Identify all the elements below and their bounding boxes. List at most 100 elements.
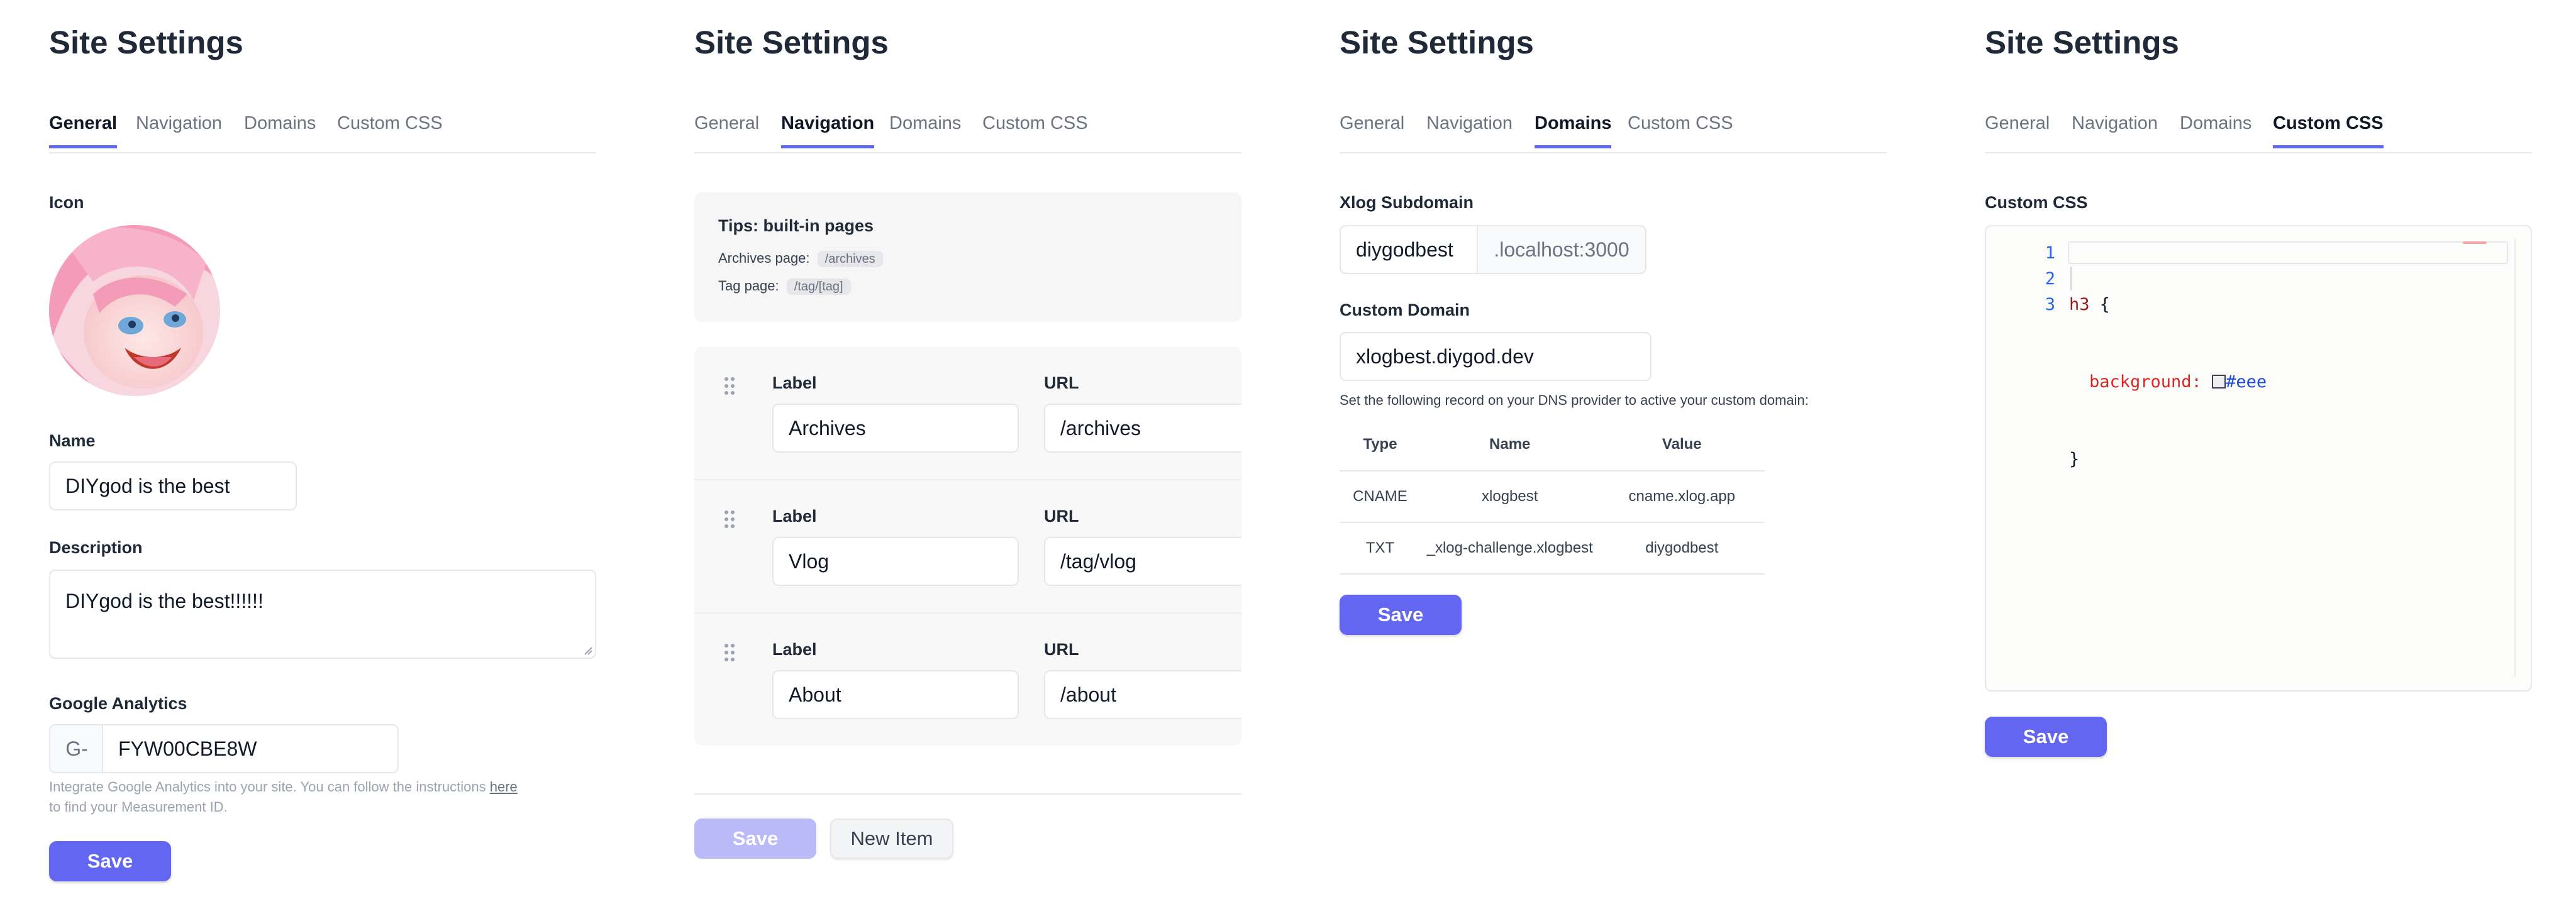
label-header: Label xyxy=(772,373,817,392)
tab-general[interactable]: General xyxy=(694,113,759,145)
tab-domains[interactable]: Domains xyxy=(2180,113,2251,145)
ga-help-before: Integrate Google Analytics into your sit… xyxy=(49,779,490,795)
record-type: TXT xyxy=(1340,522,1421,575)
custom-css-panel: Site Settings General Navigation Domains… xyxy=(1985,0,2576,904)
record-type: CNAME xyxy=(1340,471,1421,523)
domains-panel: Site Settings General Navigation Domains… xyxy=(1340,0,1931,904)
record-name: _xlog-challenge.xlogbest xyxy=(1420,522,1599,575)
tips-title: Tips: built-in pages xyxy=(718,216,874,235)
tab-custom-css[interactable]: Custom CSS xyxy=(982,113,1088,145)
subdomain-suffix: .localhost:3000 xyxy=(1477,225,1646,274)
tips-box: Tips: built-in pages Archives page: /arc… xyxy=(694,192,1241,322)
code-property: background: xyxy=(2089,372,2202,392)
tab-domains[interactable]: Domains xyxy=(1535,113,1612,148)
custom-domain-label: Custom Domain xyxy=(1340,300,1470,319)
tab-domains[interactable]: Domains xyxy=(889,113,961,145)
url-header: URL xyxy=(1044,373,1079,392)
tab-domains[interactable]: Domains xyxy=(244,113,316,145)
tip-tag: Tag page: /tag/[tag] xyxy=(718,278,851,295)
drag-handle-icon[interactable] xyxy=(724,377,737,399)
url-input[interactable]: /archives xyxy=(1044,404,1241,453)
url-header: URL xyxy=(1044,640,1079,659)
page-title: Site Settings xyxy=(1985,25,2179,60)
tip-code: /tag/[tag] xyxy=(786,278,851,295)
page: Site Settings General Navigation Domains… xyxy=(0,0,2576,904)
tab-navigation[interactable]: Navigation xyxy=(2072,113,2158,145)
save-button[interactable]: Save xyxy=(1340,595,1462,635)
nav-item-row: Label URL Vlog /tag/vlog xyxy=(694,480,1241,614)
tip-label: Tag page: xyxy=(718,278,779,294)
divider xyxy=(694,793,1241,795)
avatar-illustration xyxy=(49,225,220,396)
custom-domain-input[interactable]: xlogbest.diygod.dev xyxy=(1340,332,1652,381)
url-input[interactable]: /about xyxy=(1044,670,1241,719)
subdomain-label: Xlog Subdomain xyxy=(1340,193,1474,212)
ga-input[interactable]: FYW00CBE8W xyxy=(102,724,399,773)
avatar[interactable] xyxy=(49,225,220,396)
tab-bar: General Navigation Domains Custom CSS xyxy=(1340,113,1887,153)
code-selector: h3 xyxy=(2069,295,2090,314)
line-number: 3 xyxy=(2045,295,2055,314)
page-title: Site Settings xyxy=(694,25,889,60)
column-header-value: Value xyxy=(1599,419,1765,471)
table-header-row: Type Name Value xyxy=(1340,419,1765,471)
page-title: Site Settings xyxy=(1340,25,1534,60)
record-name: xlogbest xyxy=(1420,471,1599,523)
tab-custom-css[interactable]: Custom CSS xyxy=(337,113,443,145)
label-input[interactable]: About xyxy=(772,670,1019,719)
tab-custom-css[interactable]: Custom CSS xyxy=(1628,113,1733,145)
code-brace-open: { xyxy=(2099,295,2111,314)
save-button[interactable]: Save xyxy=(694,819,816,859)
tab-bar: General Navigation Domains Custom CSS xyxy=(1985,113,2532,153)
subdomain-input[interactable]: diygodbest xyxy=(1340,225,1478,274)
code-line: background: #eee xyxy=(2069,369,2267,395)
tip-label: Archives page: xyxy=(718,250,810,266)
code-line: } xyxy=(2069,446,2267,472)
record-value: cname.xlog.app xyxy=(1599,471,1765,523)
editor-vertical-rule xyxy=(2514,239,2516,676)
ga-help-link[interactable]: here xyxy=(490,779,518,795)
description-label: Description xyxy=(49,538,143,557)
code-value: #eee xyxy=(2226,372,2267,392)
drag-handle-icon[interactable] xyxy=(724,510,737,532)
page-title: Site Settings xyxy=(49,25,243,60)
nav-item-row: Label URL Archives /archives xyxy=(694,347,1241,480)
tab-navigation[interactable]: Navigation xyxy=(136,113,222,145)
tip-archives: Archives page: /archives xyxy=(718,250,883,267)
save-button[interactable]: Save xyxy=(1985,717,2107,757)
column-header-type: Type xyxy=(1340,419,1421,471)
ga-prefix: G- xyxy=(49,724,103,773)
label-header: Label xyxy=(772,507,817,526)
minimap xyxy=(2463,241,2487,244)
tab-general[interactable]: General xyxy=(1340,113,1404,145)
icon-label: Icon xyxy=(49,193,84,212)
custom-css-label: Custom CSS xyxy=(1985,193,2088,212)
label-header: Label xyxy=(772,640,817,659)
general-panel: Site Settings General Navigation Domains… xyxy=(49,0,640,904)
drag-handle-icon[interactable] xyxy=(724,644,737,665)
description-textarea[interactable]: DIYgod is the best!!!!!! xyxy=(49,570,596,659)
tab-custom-css[interactable]: Custom CSS xyxy=(2273,113,2384,148)
code-editor[interactable]: 1 2 3 h3 { background: #eee } xyxy=(1985,225,2532,692)
label-input[interactable]: Vlog xyxy=(772,537,1019,586)
save-button[interactable]: Save xyxy=(49,841,171,881)
tab-navigation[interactable]: Navigation xyxy=(781,113,875,148)
new-item-button[interactable]: New Item xyxy=(830,819,953,859)
resize-handle-icon[interactable] xyxy=(584,646,592,655)
label-input[interactable]: Archives xyxy=(772,404,1019,453)
tab-general[interactable]: General xyxy=(1985,113,2050,145)
tab-bar: General Navigation Domains Custom CSS xyxy=(694,113,1241,153)
line-number: 2 xyxy=(2045,269,2055,289)
table-row: TXT _xlog-challenge.xlogbest diygodbest xyxy=(1340,522,1765,575)
name-label: Name xyxy=(49,431,96,450)
code-content[interactable]: h3 { background: #eee } xyxy=(2069,240,2267,524)
tab-general[interactable]: General xyxy=(49,113,117,148)
dns-table: Type Name Value CNAME xlogbest cname.xlo… xyxy=(1340,419,1765,575)
color-swatch-icon[interactable] xyxy=(2212,375,2226,389)
tab-navigation[interactable]: Navigation xyxy=(1426,113,1513,145)
tab-bar: General Navigation Domains Custom CSS xyxy=(49,113,596,153)
url-input[interactable]: /tag/vlog xyxy=(1044,537,1241,586)
ga-help-text: Integrate Google Analytics into your sit… xyxy=(49,777,615,817)
name-input[interactable]: DIYgod is the best xyxy=(49,461,297,510)
dns-hint: Set the following record on your DNS pro… xyxy=(1340,392,1809,408)
